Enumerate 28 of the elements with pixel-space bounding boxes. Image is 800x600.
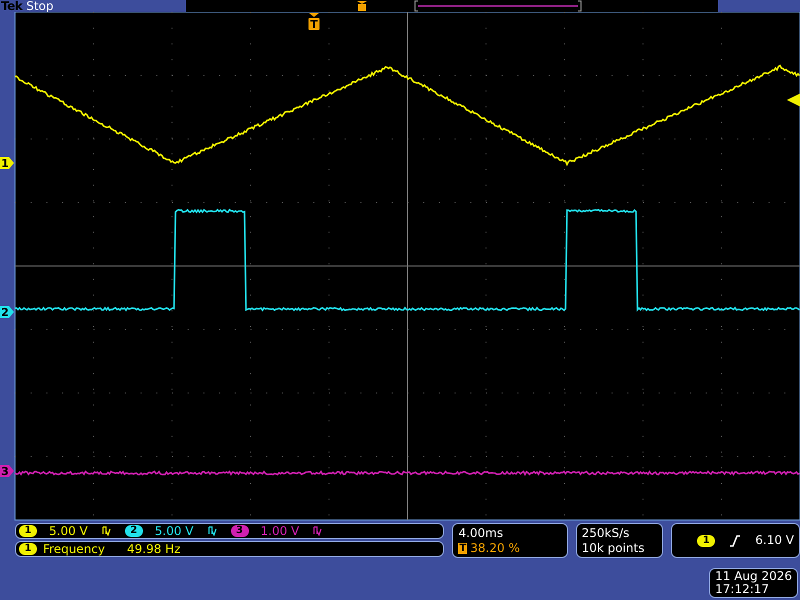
measurement-value: 49.98 Hz [127, 542, 180, 556]
channel-badge[interactable]: 1 [697, 534, 716, 546]
channel-scale: 1.00 V [260, 524, 300, 538]
date: 11 Aug 2026 [715, 570, 792, 583]
trigger-level-icon [788, 93, 800, 106]
time: 17:12:17 [715, 583, 770, 596]
trigger-badge: T [458, 542, 468, 554]
channel-marker[interactable]: 3 [0, 465, 14, 478]
trigger-position: 38.20 % [470, 540, 520, 556]
time-scale: 4.00ms [458, 526, 504, 540]
rising-edge-icon [729, 534, 742, 546]
channel-marker[interactable]: 2 [0, 306, 14, 319]
channel-badge[interactable]: 2 [124, 525, 143, 537]
measurement-name: Frequency [43, 542, 105, 556]
bandwidth-limit-icon [208, 526, 216, 536]
record-length: 10k points [582, 540, 646, 556]
brand-logo: Tek [0, 0, 22, 12]
channel-badge[interactable]: 1 [19, 525, 37, 537]
bandwidth-limit-icon [102, 526, 111, 536]
channel-scale: 5.00 V [49, 524, 88, 538]
channel-badge[interactable]: 3 [230, 525, 248, 537]
channel-badge[interactable]: 1 [19, 543, 37, 555]
channel-scale: 5.00 V [154, 524, 194, 538]
sample-rate: 250kS/s [582, 526, 630, 540]
channel-marker[interactable]: 1 [0, 157, 14, 170]
bandwidth-limit-icon [313, 526, 322, 536]
trigger-level: 6.10 V [755, 533, 794, 548]
acquisition-state: Stop [26, 0, 54, 12]
